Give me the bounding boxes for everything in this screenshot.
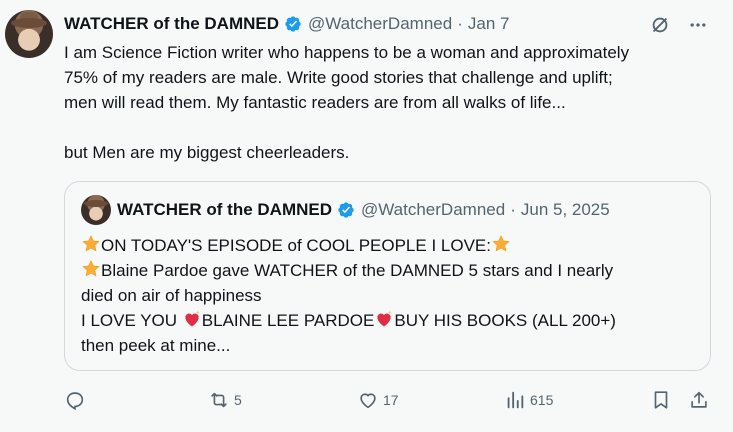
quoted-author-name: WATCHER of the DAMNED (117, 200, 332, 219)
repost-count: 5 (234, 392, 242, 408)
quoted-author-handle: @WatcherDamned (361, 200, 506, 219)
star-emoji-icon (82, 260, 100, 277)
star-emoji-icon (82, 235, 100, 252)
post-text: I am Science Fiction writer who happens … (64, 40, 719, 165)
header-separator: · (457, 14, 463, 33)
quoted-line-3b: BLAINE LEE PARDOE (201, 311, 375, 330)
like-button[interactable]: 17 (357, 388, 399, 412)
views-button[interactable]: 615 (504, 388, 553, 412)
quoted-line-1: ON TODAY'S EPISODE of COOL PEOPLE I LOVE… (101, 236, 491, 255)
post-action-bar: 5 17 615 (64, 388, 719, 412)
post-top-actions (649, 14, 709, 36)
repost-button[interactable]: 5 (208, 388, 242, 412)
bookmark-icon (654, 391, 668, 409)
sparkling-heart-emoji-icon (185, 310, 200, 327)
post-text-line: but Men are my biggest cheerleaders. (64, 143, 350, 162)
bookmark-button[interactable] (650, 388, 672, 412)
author-handle[interactable]: @WatcherDamned (308, 14, 452, 34)
post-text-line: men will read them. My fantastic readers… (64, 93, 566, 112)
reply-button[interactable] (64, 388, 90, 412)
quoted-post[interactable]: WATCHER of the DAMNED @WatcherDamned · J… (64, 181, 711, 371)
share-button[interactable] (688, 388, 710, 412)
quoted-text-line: Blaine Pardoe gave WATCHER of the DAMNED… (81, 258, 701, 283)
header-separator: · (510, 200, 516, 219)
post-header: WATCHER of the DAMNED @WatcherDamned · J… (64, 14, 509, 34)
quoted-text-line: ON TODAY'S EPISODE of COOL PEOPLE I LOVE… (81, 233, 701, 258)
verified-badge-icon (338, 202, 354, 218)
grok-icon[interactable] (649, 14, 671, 36)
post-text-line: 75% of my readers are male. Write good s… (64, 68, 613, 87)
like-icon (360, 393, 376, 409)
verified-badge-icon (285, 16, 301, 32)
views-count: 615 (530, 392, 554, 408)
views-icon (507, 391, 524, 409)
post-date[interactable]: Jan 7 (468, 14, 510, 34)
post-text-line: I am Science Fiction writer who happens … (64, 43, 630, 62)
quoted-text-line: died on air of happiness (81, 286, 262, 305)
star-emoji-icon (492, 235, 510, 252)
quoted-text-line: then peek at mine... (81, 336, 231, 355)
author-name[interactable]: WATCHER of the DAMNED (64, 14, 279, 34)
repost-icon (211, 392, 227, 408)
quoted-post-date: Jun 5, 2025 (520, 200, 610, 219)
author-avatar[interactable] (5, 10, 53, 58)
quoted-line-3a: I LOVE YOU (81, 311, 182, 330)
quoted-text: ON TODAY'S EPISODE of COOL PEOPLE I LOVE… (81, 233, 701, 358)
quoted-text-line: I LOVE YOU BLAINE LEE PARDOE BUY HIS BOOK… (81, 308, 701, 333)
quoted-author-avatar (81, 195, 111, 225)
reply-icon (66, 392, 84, 411)
quoted-line-2: Blaine Pardoe gave WATCHER of the DAMNED… (101, 261, 614, 280)
quoted-line-3c: BUY HIS BOOKS (ALL 200+) (394, 311, 616, 330)
like-count: 17 (383, 392, 399, 408)
share-icon (691, 391, 707, 408)
quoted-header: WATCHER of the DAMNED @WatcherDamned · J… (81, 195, 610, 225)
sparkling-heart-emoji-icon (377, 310, 393, 327)
more-icon[interactable] (687, 14, 709, 36)
